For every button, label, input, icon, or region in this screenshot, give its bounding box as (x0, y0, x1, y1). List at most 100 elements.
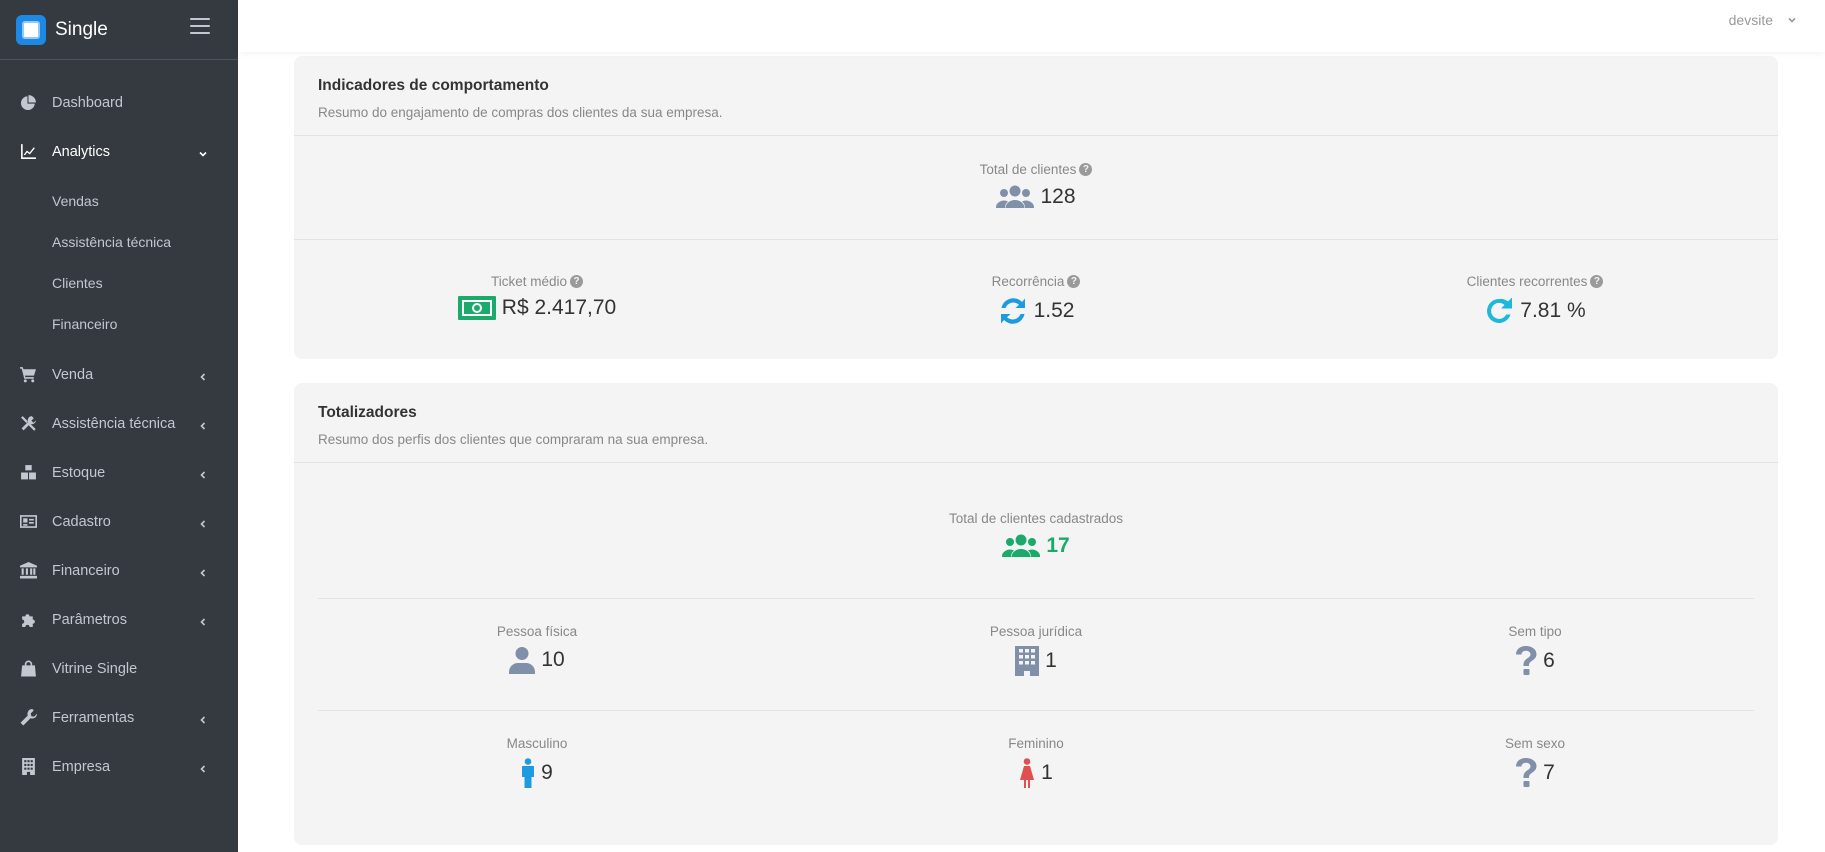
help-icon[interactable]: ? (1590, 275, 1604, 288)
sidebar-item-label: Estoque (52, 464, 106, 481)
sidebar-item-cadastro[interactable]: Cadastro (0, 497, 238, 546)
sidebar-item-ferramentas[interactable]: Ferramentas (0, 693, 238, 742)
building-icon (19, 758, 37, 776)
metric-value: 10 (541, 648, 565, 671)
metric-value: 128 (1040, 185, 1076, 208)
chevron-left-icon (198, 419, 208, 430)
sidebar-item-assistencia-tecnica[interactable]: Assistência técnica (0, 399, 238, 448)
brand-logo-icon (16, 14, 46, 45)
help-icon[interactable]: ? (570, 275, 584, 288)
tools-icon (19, 415, 37, 433)
sidebar-item-parametros[interactable]: Parâmetros (0, 595, 238, 644)
puzzle-icon (19, 611, 37, 629)
redo-icon (1484, 296, 1514, 326)
chevron-left-icon (198, 370, 208, 381)
sidebar-subitem-clientes[interactable]: Clientes (0, 262, 238, 303)
sidebar-item-dashboard[interactable]: Dashboard (0, 78, 238, 127)
chevron-left-icon (198, 713, 208, 724)
metric-feminino: Feminino 1 (936, 736, 1136, 788)
sidebar-subitem-financeiro[interactable]: Financeiro (0, 303, 238, 344)
question-icon (1515, 646, 1537, 676)
metric-label: Sem sexo (1504, 736, 1566, 751)
divider (294, 239, 1778, 240)
chevron-left-icon (198, 615, 208, 626)
metric-label: Sem tipo (1508, 624, 1562, 639)
metric-clientes-recorrentes: Clientes recorrentes? 7.81 % (1410, 274, 1660, 326)
cart-icon (19, 366, 37, 384)
chevron-left-icon (198, 566, 208, 577)
sidebar-item-label: Ferramentas (52, 709, 135, 726)
sidebar-subitem-vendas[interactable]: Vendas (0, 180, 238, 221)
sidebar-nav: Dashboard Analytics Vendas Assistência t… (0, 60, 238, 791)
chevron-down-icon (1788, 17, 1796, 23)
brand-name: Single (55, 18, 108, 40)
user-menu[interactable]: devsite (1729, 12, 1797, 28)
hamburger-menu-icon[interactable] (190, 18, 210, 34)
top-bar: devsite (238, 0, 1825, 52)
sidebar-item-label: Vitrine Single (52, 660, 138, 677)
boxes-icon (19, 464, 37, 482)
sidebar-item-analytics[interactable]: Analytics (0, 127, 238, 176)
sync-icon (998, 296, 1028, 326)
sidebar-item-label: Cadastro (52, 513, 111, 530)
metric-label: Pessoa jurídica (989, 624, 1083, 639)
sidebar-item-label: Assistência técnica (52, 415, 176, 432)
brand[interactable]: Single (0, 0, 238, 60)
metric-label: Total de clientes cadastrados (948, 511, 1124, 526)
metric-value: 1 (1041, 761, 1053, 784)
sidebar-item-estoque[interactable]: Estoque (0, 448, 238, 497)
divider (318, 710, 1754, 711)
id-card-icon (19, 513, 37, 531)
divider (318, 598, 1754, 599)
metric-label: Feminino (1008, 736, 1064, 751)
sidebar-item-label: Venda (52, 366, 94, 383)
card-title: Indicadores de comportamento (318, 77, 549, 94)
chevron-down-icon (198, 147, 208, 157)
metric-recorrencia: Recorrência? 1.52 (936, 274, 1136, 326)
metric-sem-tipo: Sem tipo 6 (1460, 624, 1610, 676)
chevron-left-icon (198, 517, 208, 528)
chevron-left-icon (198, 468, 208, 479)
metric-value: R$ 2.417,70 (501, 296, 617, 319)
chevron-left-icon (198, 762, 208, 773)
metric-masculino: Masculino 9 (412, 736, 662, 788)
metric-label: Pessoa física (496, 624, 578, 639)
user-icon (509, 646, 536, 674)
sidebar-subitem-assistencia[interactable]: Assistência técnica (0, 221, 238, 262)
card-title: Totalizadores (318, 404, 417, 421)
metric-pessoa-fisica: Pessoa física 10 (412, 624, 662, 674)
bank-icon (19, 562, 37, 580)
card-subtitle: Resumo do engajamento de compras dos cli… (318, 105, 723, 120)
wrench-icon (19, 709, 37, 727)
analytics-submenu: Vendas Assistência técnica Clientes Fina… (0, 176, 238, 350)
metric-label: Masculino (506, 736, 568, 751)
male-icon (521, 758, 535, 788)
sidebar: Single Dashboard Analytics Vendas Assist… (0, 0, 238, 852)
sidebar-item-venda[interactable]: Venda (0, 350, 238, 399)
sidebar-item-label: Empresa (52, 758, 111, 775)
metric-value: 1 (1045, 649, 1057, 672)
metric-value: 1.52 (1033, 299, 1075, 322)
sidebar-item-vitrine-single[interactable]: Vitrine Single (0, 644, 238, 693)
user-name: devsite (1728, 12, 1773, 28)
sidebar-item-financeiro[interactable]: Financeiro (0, 546, 238, 595)
metric-value: 7.81 % (1520, 299, 1586, 322)
metric-value: 7 (1543, 761, 1555, 784)
money-bill-icon (457, 296, 496, 320)
metric-label: Total de clientes (979, 162, 1077, 177)
metric-ticket-medio: Ticket médio? R$ 2.417,70 (412, 274, 662, 320)
building-icon (1015, 646, 1040, 676)
metric-value: 9 (541, 761, 553, 784)
users-icon (996, 184, 1035, 210)
sidebar-item-label: Dashboard (52, 94, 123, 111)
sidebar-item-empresa[interactable]: Empresa (0, 742, 238, 791)
metric-total-clientes: Total de clientes? 128 (936, 162, 1136, 210)
behavior-indicators-card: Indicadores de comportamento Resumo do e… (294, 56, 1778, 359)
metric-label: Recorrência (991, 274, 1065, 289)
line-chart-icon (19, 143, 37, 161)
metric-value: 17 (1046, 534, 1070, 557)
help-icon[interactable]: ? (1079, 163, 1093, 176)
question-icon (1515, 758, 1537, 788)
help-icon[interactable]: ? (1067, 275, 1081, 288)
users-icon (1002, 533, 1041, 559)
